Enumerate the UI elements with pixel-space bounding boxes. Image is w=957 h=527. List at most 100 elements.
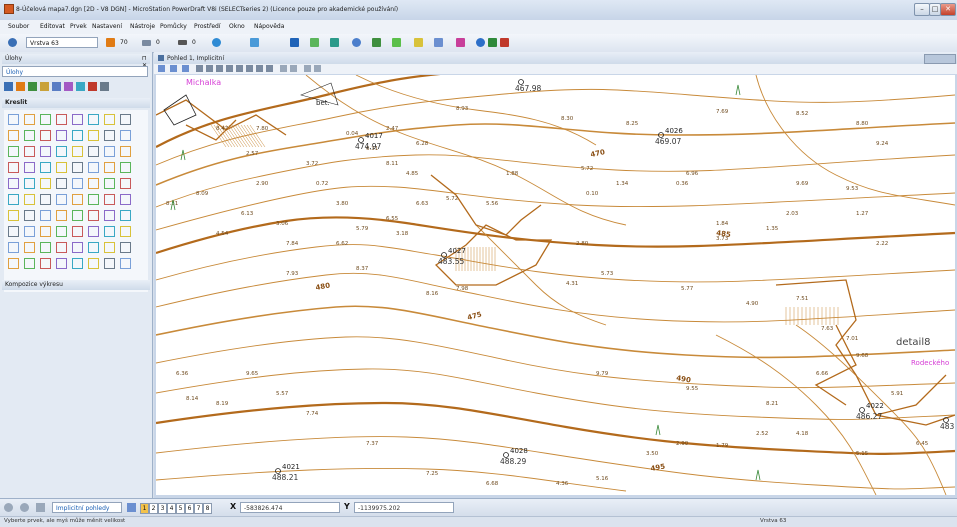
draw-tool-icon[interactable] [120, 178, 131, 189]
group-icon[interactable] [28, 82, 37, 91]
draw-tool-icon[interactable] [72, 162, 83, 173]
draw-tool-icon[interactable] [120, 130, 131, 141]
draw-tool-icon[interactable] [8, 162, 19, 173]
snap-icon[interactable] [310, 38, 319, 47]
draw-tool-icon[interactable] [8, 242, 19, 253]
draw-tool-icon[interactable] [104, 258, 115, 269]
color-value[interactable]: 70 [117, 37, 137, 48]
draw-tool-icon[interactable] [8, 210, 19, 221]
menu-utilities[interactable]: Pomůcky [160, 23, 187, 30]
rotate-view-icon[interactable] [246, 65, 253, 72]
draw-tool-icon[interactable] [8, 194, 19, 205]
view-button-4[interactable]: 4 [167, 503, 176, 514]
cell-icon[interactable] [64, 82, 73, 91]
draw-tool-icon[interactable] [104, 130, 115, 141]
draw-tool-icon[interactable] [104, 162, 115, 173]
draw-tool-icon[interactable] [88, 226, 99, 237]
draw-tool-icon[interactable] [24, 226, 35, 237]
draw-tool-icon[interactable] [8, 226, 19, 237]
draw-tool-icon[interactable] [56, 178, 67, 189]
draw-tool-icon[interactable] [56, 194, 67, 205]
view-window-controls[interactable] [924, 54, 956, 64]
draw-tool-icon[interactable] [120, 194, 131, 205]
menu-edit[interactable]: Editovat [40, 23, 65, 30]
arrow-icon[interactable] [16, 82, 25, 91]
draw-tool-icon[interactable] [24, 162, 35, 173]
draw-tool-icon[interactable] [88, 194, 99, 205]
draw-tool-icon[interactable] [72, 146, 83, 157]
priority-icon[interactable] [250, 38, 259, 47]
tasks-combo[interactable]: Úlohy [2, 66, 148, 77]
draw-tool-icon[interactable] [72, 178, 83, 189]
draw-tool-icon[interactable] [104, 114, 115, 125]
element-info-icon[interactable] [352, 38, 361, 47]
draw-tool-icon[interactable] [40, 226, 51, 237]
draw-tool-icon[interactable] [120, 226, 131, 237]
draw-tool-icon[interactable] [24, 258, 35, 269]
draw-tool-icon[interactable] [56, 226, 67, 237]
pattern-icon[interactable] [76, 82, 85, 91]
draw-tool-icon[interactable] [104, 226, 115, 237]
draw-tool-icon[interactable] [8, 258, 19, 269]
menu-help[interactable]: Nápověda [254, 23, 284, 30]
pan-view-icon[interactable] [256, 65, 263, 72]
draw-tool-icon[interactable] [72, 242, 83, 253]
minimize-button[interactable]: – [914, 3, 930, 16]
draw-tool-icon[interactable] [72, 258, 83, 269]
menu-element[interactable]: Prvek [70, 23, 87, 30]
keyin-icon[interactable] [488, 38, 497, 47]
draw-tool-icon[interactable] [24, 178, 35, 189]
draw-tool-icon[interactable] [120, 146, 131, 157]
view-group-combo[interactable]: Implicitní pohledy [52, 502, 122, 513]
draw-section-header[interactable]: Kreslit [2, 98, 150, 108]
render-icon[interactable] [314, 65, 321, 72]
draw-tool-icon[interactable] [40, 114, 51, 125]
draw-tool-icon[interactable] [120, 162, 131, 173]
tool-settings-icon[interactable] [36, 503, 45, 512]
menu-settings[interactable]: Nastavení [92, 23, 122, 30]
copy-view-icon[interactable] [280, 65, 287, 72]
draw-tool-icon[interactable] [24, 146, 35, 157]
view-button-6[interactable]: 6 [185, 503, 194, 514]
close-button[interactable]: ✕ [940, 3, 956, 16]
draw-tool-icon[interactable] [24, 242, 35, 253]
level-combo[interactable]: Vrstva 63 [26, 37, 98, 48]
line-style-icon[interactable] [142, 40, 151, 46]
draw-tool-icon[interactable] [120, 210, 131, 221]
draw-tool-icon[interactable] [8, 178, 19, 189]
draw-tool-icon[interactable] [104, 242, 115, 253]
menu-window[interactable]: Okno [229, 23, 245, 30]
display-style-icon[interactable] [414, 38, 423, 47]
draw-tool-icon[interactable] [56, 258, 67, 269]
delete-icon[interactable] [500, 38, 509, 47]
draw-tool-icon[interactable] [88, 130, 99, 141]
menu-workspace[interactable]: Prostředí [194, 23, 221, 30]
draw-tool-icon[interactable] [120, 114, 131, 125]
delete-element-icon[interactable] [88, 82, 97, 91]
draw-tool-icon[interactable] [104, 146, 115, 157]
draw-tool-icon[interactable] [56, 130, 67, 141]
draw-tool-icon[interactable] [120, 258, 131, 269]
display-style-icon[interactable] [170, 65, 177, 72]
draw-tool-icon[interactable] [40, 210, 51, 221]
draw-tool-icon[interactable] [24, 130, 35, 141]
draw-tool-icon[interactable] [24, 114, 35, 125]
draw-tool-icon[interactable] [104, 178, 115, 189]
update-icon[interactable] [196, 65, 203, 72]
weight-value[interactable]: 0 [189, 37, 203, 48]
clip-volume-icon[interactable] [290, 65, 297, 72]
color-swatch-icon[interactable] [106, 38, 115, 47]
annotation-icon[interactable] [456, 38, 465, 47]
draw-tool-icon[interactable] [120, 242, 131, 253]
draw-tool-icon[interactable] [56, 242, 67, 253]
camera-icon[interactable] [304, 65, 311, 72]
view-groups-icon[interactable] [127, 503, 136, 512]
draw-tool-icon[interactable] [104, 194, 115, 205]
draw-tool-icon[interactable] [56, 146, 67, 157]
draw-tool-icon[interactable] [40, 130, 51, 141]
draw-tool-icon[interactable] [72, 130, 83, 141]
dimension-icon[interactable] [52, 82, 61, 91]
line-weight-icon[interactable] [178, 40, 187, 45]
view-button-2[interactable]: 2 [149, 503, 158, 514]
draw-tool-icon[interactable] [88, 114, 99, 125]
